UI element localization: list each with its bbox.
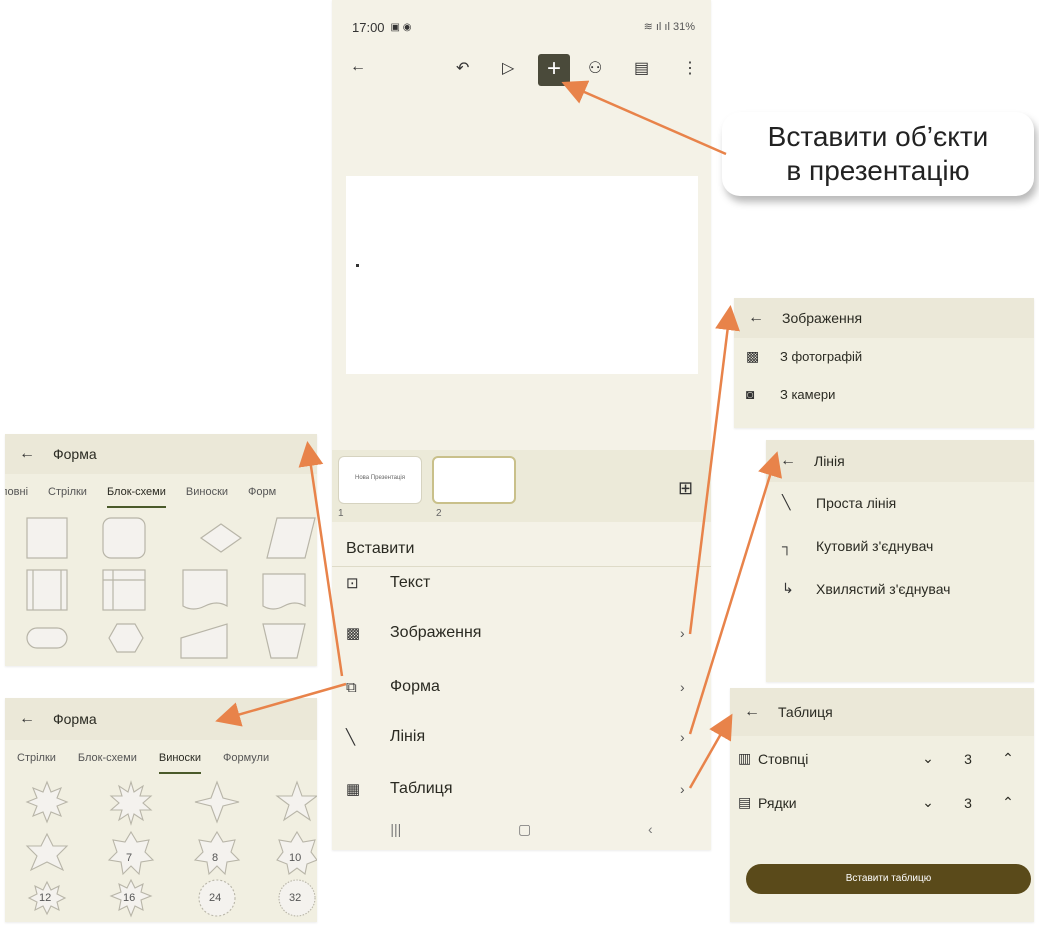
arrow-to-table-panel [688,713,733,789]
arrow-to-image-panel [688,305,740,635]
arrow-to-shape-panel-2 [215,682,347,727]
annotation-arrows [215,80,783,789]
arrow-to-plus [561,80,727,156]
arrow-to-shape-panel-1 [298,441,344,677]
arrow-to-line-panel [688,451,783,735]
